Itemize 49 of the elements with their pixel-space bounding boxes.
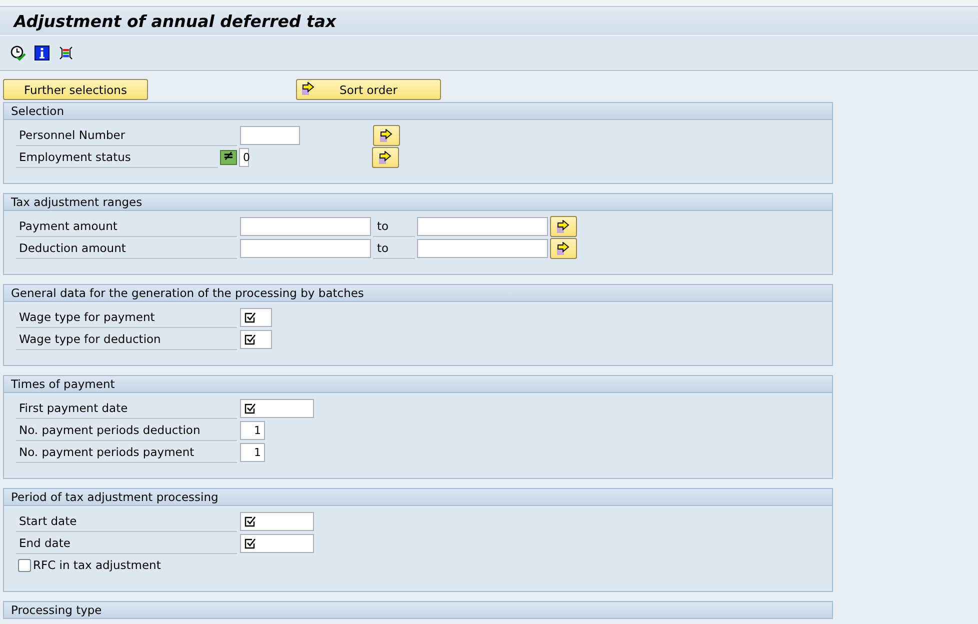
info-icon[interactable]	[34, 45, 50, 61]
field-label: No. payment periods deduction	[16, 419, 237, 441]
group-title: Period of tax adjustment processing	[11, 490, 218, 504]
input-field[interactable]: 0	[239, 148, 249, 166]
option-button[interactable]: ≠	[220, 150, 237, 164]
group-title: Selection	[11, 104, 64, 118]
input-field[interactable]	[240, 534, 314, 552]
input-field[interactable]	[240, 512, 314, 530]
input-field[interactable]	[417, 216, 548, 236]
input-field[interactable]	[417, 238, 548, 258]
field-label: Wage type for payment	[16, 306, 237, 328]
field-label: First payment date	[16, 397, 237, 419]
multiple-selection-button[interactable]	[373, 124, 400, 146]
multiple-selection-button[interactable]	[550, 216, 577, 236]
checkbox-label: RFC in tax adjustment	[33, 558, 161, 572]
field-label: Personnel Number	[16, 124, 237, 146]
layout-icon[interactable]	[58, 45, 74, 61]
arrow-icon	[557, 242, 570, 254]
input-field[interactable]	[240, 330, 272, 348]
field-label: No. payment periods payment	[16, 441, 237, 463]
arrow-icon	[379, 150, 392, 164]
field-label: Wage type for deduction	[16, 328, 237, 350]
clock-check-icon[interactable]	[10, 45, 26, 61]
arrow-icon	[557, 220, 570, 232]
push-button[interactable]: Further selections	[3, 79, 148, 100]
checkbox[interactable]	[18, 558, 31, 572]
field-label: Start date	[16, 510, 237, 532]
field-label: Payment amount	[16, 215, 237, 237]
multiple-selection-button[interactable]	[372, 146, 399, 168]
arrow-icon	[380, 128, 393, 142]
input-field[interactable]: 1	[240, 420, 265, 440]
input-field[interactable]	[240, 238, 371, 258]
group-title: Processing type	[11, 603, 102, 617]
field-label: End date	[16, 532, 237, 554]
to-label: to	[377, 218, 389, 232]
input-field[interactable]	[240, 216, 371, 236]
field-label: Deduction amount	[16, 237, 237, 259]
field-label: Employment status	[16, 146, 218, 168]
to-label: to	[377, 240, 389, 254]
input-field[interactable]	[240, 398, 314, 418]
group-title: Tax adjustment ranges	[11, 195, 142, 209]
input-field[interactable]	[240, 126, 300, 144]
multiple-selection-button[interactable]	[550, 238, 577, 258]
input-field[interactable]	[240, 308, 272, 326]
window-title: Adjustment of annual deferred tax	[14, 12, 336, 30]
push-button[interactable]: Sort order	[296, 79, 441, 100]
input-field[interactable]: 1	[240, 442, 265, 462]
group-title: Times of payment	[11, 377, 115, 391]
group-title: General data for the generation of the processing by batches	[11, 286, 364, 300]
